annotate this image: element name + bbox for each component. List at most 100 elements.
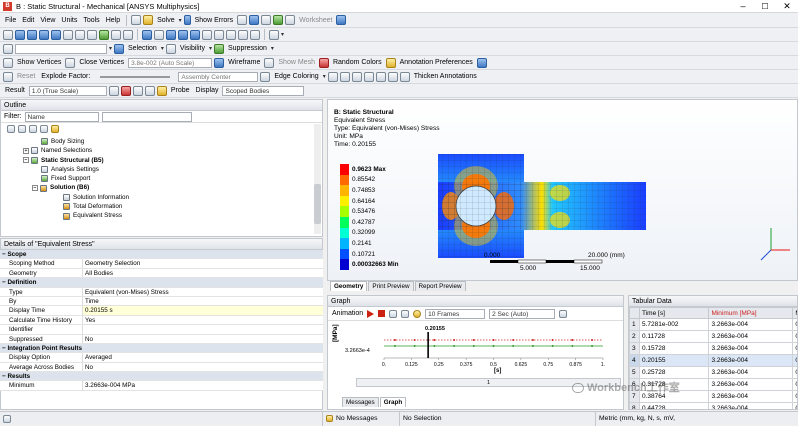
details-row[interactable]: TypeEquivalent (von-Mises) Stress (0, 288, 323, 297)
details-section-header[interactable]: − Results (0, 372, 323, 381)
tab-graph[interactable]: Graph (380, 397, 407, 407)
details-value[interactable]: Averaged (83, 353, 323, 361)
edge-coloring-button[interactable]: Edge Coloring (272, 73, 320, 80)
filter-dropdown[interactable]: Name (25, 112, 99, 122)
named-selection-dropdown[interactable] (15, 44, 107, 54)
tree-item[interactable]: Analysis Settings (1, 165, 322, 174)
body-select-icon[interactable] (51, 30, 61, 40)
table-row[interactable]: 50.257283.2663e-0040.962 (630, 367, 798, 379)
details-row[interactable]: Display OptionAveraged (0, 353, 323, 362)
edge-style-icon-5[interactable] (376, 72, 386, 82)
worksheet-button[interactable]: Worksheet (297, 17, 334, 24)
expand-icon[interactable]: + (23, 148, 29, 154)
show-errors-button[interactable]: Show Errors (193, 17, 236, 24)
details-row[interactable]: SuppressedNo (0, 335, 323, 344)
visibility-button[interactable]: Visibility (178, 45, 207, 52)
new-analysis-icon[interactable] (131, 15, 141, 25)
named-selection-arrow-icon[interactable]: ▾ (109, 45, 112, 52)
show-mesh-icon[interactable] (264, 58, 274, 68)
max-min-icon[interactable] (145, 86, 155, 96)
selection-icon[interactable] (114, 44, 124, 54)
details-row[interactable]: Display Time0.20155 s (0, 306, 323, 315)
result-scale-dropdown[interactable]: 1.0 (True Scale) (29, 86, 107, 96)
minimize-button[interactable]: – (732, 1, 754, 11)
tree-tool-icon-5[interactable] (51, 125, 59, 133)
next-view-icon[interactable] (226, 30, 236, 40)
edge-coloring-dropdown-icon[interactable]: ▾ (323, 73, 326, 80)
select-all-icon[interactable] (123, 30, 133, 40)
tree-item[interactable]: Total Deformation (1, 202, 322, 211)
grow-icon[interactable] (99, 30, 109, 40)
edge-style-icon-4[interactable] (364, 72, 374, 82)
filter-search-input[interactable] (102, 112, 192, 122)
probe-icon[interactable] (157, 86, 167, 96)
collapse-icon[interactable]: − (23, 157, 29, 163)
edge-style-icon-3[interactable] (352, 72, 362, 82)
details-row[interactable]: Calculate Time HistoryYes (0, 316, 323, 325)
thicken-annotations-icon[interactable] (400, 72, 410, 82)
details-value[interactable]: Time (83, 297, 323, 305)
vertex-select-icon[interactable] (15, 30, 25, 40)
tree-item[interactable]: −Static Structural (B5) (1, 156, 322, 165)
zoom-in-icon[interactable] (166, 30, 176, 40)
layout-icon[interactable] (269, 30, 279, 40)
probe-tool-icon[interactable] (261, 15, 271, 25)
show-vertices-icon[interactable] (3, 58, 13, 68)
column-header[interactable]: Minimum [MPa] (709, 308, 793, 319)
iso-view-icon[interactable] (238, 30, 248, 40)
wireframe-button[interactable]: Wireframe (226, 59, 262, 66)
details-value[interactable]: Equivalent (von-Mises) Stress (83, 288, 323, 296)
solve-button[interactable]: Solve (155, 17, 177, 24)
edge-style-icon-6[interactable] (388, 72, 398, 82)
random-colors-icon[interactable] (319, 58, 329, 68)
edges-display-icon[interactable] (133, 86, 143, 96)
tab-report-preview[interactable]: Report Preview (415, 281, 466, 291)
named-selection-icon[interactable] (3, 44, 13, 54)
assembly-center-dropdown[interactable]: Assembly Center (178, 72, 258, 82)
selection-button[interactable]: Selection (126, 45, 159, 52)
menu-file[interactable]: File (3, 17, 18, 24)
expand-icon[interactable] (75, 30, 85, 40)
menu-help[interactable]: Help (104, 17, 122, 24)
tree-item[interactable]: −Solution (B6) (1, 183, 322, 192)
zoom-fit-icon[interactable] (190, 30, 200, 40)
details-row[interactable]: ByTime (0, 297, 323, 306)
menu-edit[interactable]: Edit (20, 17, 36, 24)
tree-item[interactable]: Fixed Support (1, 174, 322, 183)
table-row[interactable]: 20.117283.2663e-0040.962 (630, 331, 798, 343)
details-value[interactable]: No (83, 335, 323, 343)
details-row[interactable]: Identifier (0, 325, 323, 334)
report-icon[interactable] (273, 15, 283, 25)
outline-scrollbar[interactable] (314, 124, 321, 234)
show-errors-icon[interactable] (184, 15, 191, 25)
details-section-header[interactable]: − Integration Point Results (0, 344, 323, 353)
details-value[interactable]: 3.2663e-004 MPa (83, 381, 323, 389)
annotation-preferences-icon[interactable] (386, 58, 396, 68)
details-row[interactable]: Average Across BodiesNo (0, 363, 323, 372)
cursor-icon[interactable] (111, 30, 121, 40)
suppression-button[interactable]: Suppression (226, 45, 269, 52)
reset-icon[interactable] (3, 72, 13, 82)
solve-icon[interactable] (143, 15, 153, 25)
units-status[interactable]: Metric (mm, kg, N, s, mV, (596, 412, 798, 426)
tree-tool-icon-1[interactable] (7, 125, 15, 133)
close-vertices-button[interactable]: Close Vertices (77, 59, 126, 66)
layout-dropdown-icon[interactable]: ▾ (281, 31, 284, 38)
select-mode-icon[interactable] (3, 30, 13, 40)
fill-icon[interactable] (87, 30, 97, 40)
thicken-annotations-button[interactable]: Thicken Annotations (412, 73, 479, 80)
close-button[interactable]: ✕ (776, 1, 798, 12)
tab-geometry[interactable]: Geometry (330, 281, 367, 291)
view-cube-icon[interactable] (250, 30, 260, 40)
details-value[interactable]: 0.20155 s (83, 306, 323, 314)
tree-item[interactable]: Body Sizing (1, 137, 322, 146)
tree-item[interactable]: +Named Selections (1, 146, 322, 155)
table-row[interactable]: 80.447283.2663e-0040.962 (630, 403, 798, 411)
edge-select-icon[interactable] (27, 30, 37, 40)
show-vertices-button[interactable]: Show Vertices (15, 59, 63, 66)
menu-view[interactable]: View (38, 17, 57, 24)
face-select-icon[interactable] (39, 30, 49, 40)
show-mesh-button[interactable]: Show Mesh (276, 59, 317, 66)
selection-dropdown-icon[interactable]: ▾ (161, 45, 164, 52)
messages-status[interactable]: No Messages (323, 412, 400, 426)
